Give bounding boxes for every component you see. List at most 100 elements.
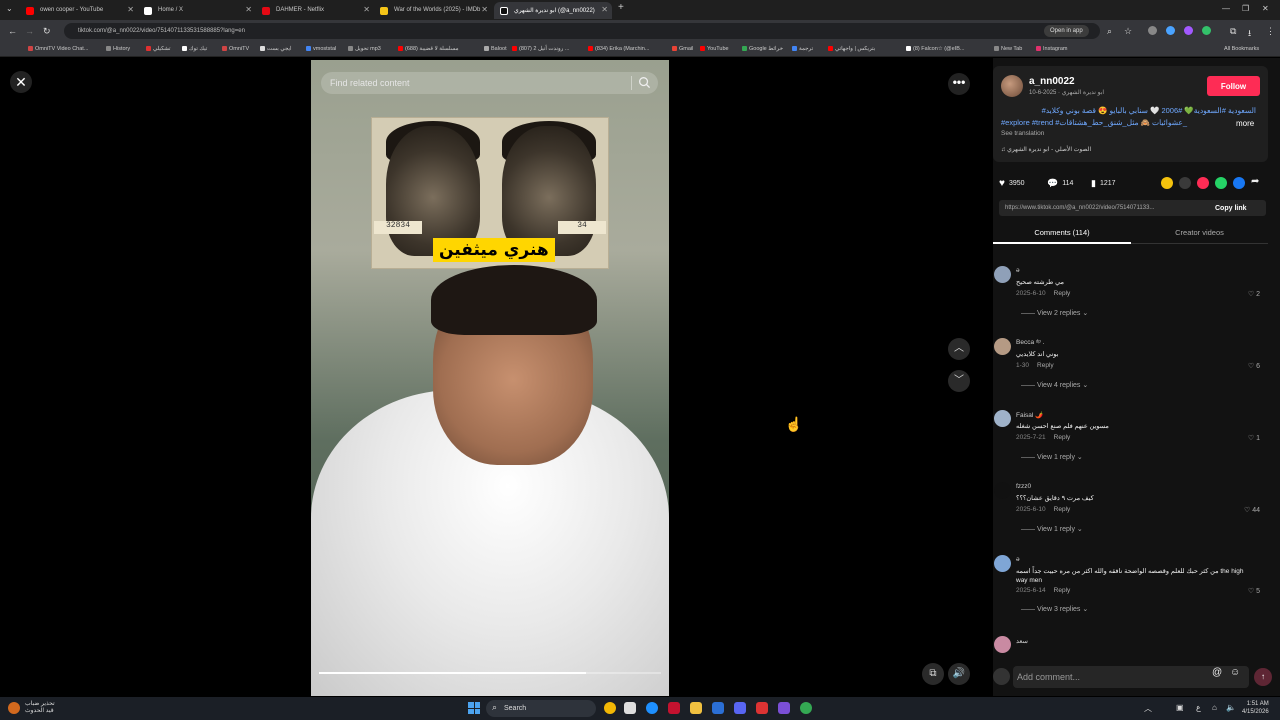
commenter-avatar[interactable] (994, 636, 1011, 653)
all-bookmarks[interactable]: All Bookmarks (1224, 46, 1259, 52)
file-explorer-icon[interactable] (690, 702, 702, 714)
maximize-icon[interactable]: ❐ (1242, 4, 1249, 13)
comment-stat[interactable]: 💬 114 (1047, 178, 1073, 188)
facebook-icon[interactable] (1233, 177, 1245, 189)
commenter-avatar[interactable] (994, 482, 1011, 499)
commenter-name[interactable]: سعد (1016, 637, 1028, 645)
language-indicator[interactable]: ع (1196, 703, 1201, 712)
reply-link[interactable]: Reply (1037, 362, 1054, 369)
commenter-avatar[interactable] (994, 266, 1011, 283)
reply-link[interactable]: Reply (1054, 506, 1071, 513)
commenter-avatar[interactable] (994, 410, 1011, 427)
volume-icon[interactable]: 🔊 (948, 663, 970, 685)
forward-icon[interactable]: → (25, 26, 34, 36)
zoom-icon[interactable]: ⌕ (1107, 26, 1112, 37)
volume-icon[interactable]: 🔈 (1226, 703, 1236, 712)
save-stat[interactable]: ▮ 1217 (1091, 178, 1116, 188)
bookmark-item[interactable]: تيك توك (182, 46, 207, 52)
more-link[interactable]: more (1236, 119, 1254, 128)
bookmark-item[interactable]: Gmail (672, 46, 693, 52)
follow-button[interactable]: Follow (1207, 76, 1260, 96)
share-friends-icon[interactable] (1197, 177, 1209, 189)
more-options-button[interactable]: ••• (948, 73, 970, 95)
extension-icon[interactable] (1202, 26, 1211, 35)
downloads-icon[interactable]: ⭳ (1248, 26, 1251, 42)
search-icon[interactable] (638, 76, 651, 89)
bookmark-item[interactable]: (8) Falcon☆ (@eIB... (906, 46, 964, 52)
extension-icon[interactable] (1166, 26, 1175, 35)
close-tab-icon[interactable]: ✕ (363, 5, 370, 14)
minimize-icon[interactable]: — (1222, 4, 1230, 13)
bookmark-item[interactable]: تحويل mp3 (348, 46, 381, 52)
view-replies-link[interactable]: —— View 1 reply ⌄ (1021, 525, 1083, 533)
tray-app-icon[interactable]: ▣ (1176, 703, 1184, 712)
bookmark-item[interactable]: ايجي بست (260, 46, 292, 52)
comment-like[interactable]: ♡ 5 (1248, 587, 1260, 595)
commenter-avatar[interactable] (994, 338, 1011, 355)
reload-icon[interactable]: ↻ (43, 26, 51, 37)
share-icon[interactable] (1161, 177, 1173, 189)
reply-link[interactable]: Reply (1054, 434, 1071, 441)
bookmark-item[interactable]: New Tab (994, 46, 1022, 52)
close-tab-icon[interactable]: ✕ (245, 5, 252, 14)
related-search-input[interactable] (321, 72, 621, 94)
mention-icon[interactable]: @ (1212, 667, 1222, 678)
extensions-icon[interactable]: ⧉ (1230, 26, 1236, 37)
app-icon[interactable] (668, 702, 680, 714)
back-icon[interactable]: ← (8, 26, 17, 36)
browser-tab-x[interactable]: Home / X ✕ (138, 2, 256, 19)
bookmark-item[interactable]: OmniTV (222, 46, 249, 52)
comment-like[interactable]: ♡ 6 (1248, 362, 1260, 370)
app-icon[interactable] (734, 702, 746, 714)
share-arrow-icon[interactable]: ➦ (1251, 176, 1259, 187)
view-replies-link[interactable]: —— View 2 replies ⌄ (1021, 309, 1088, 317)
see-translation-link[interactable]: See translation (1001, 130, 1044, 137)
browser-tab-youtube[interactable]: owen cooper - YouTube ✕ (20, 2, 138, 19)
bookmark-item[interactable]: ترجمة (792, 46, 813, 52)
previous-video-button[interactable]: ︿ (948, 338, 970, 360)
app-icon[interactable] (756, 702, 768, 714)
extension-icon[interactable] (1184, 26, 1193, 35)
store-icon[interactable] (624, 702, 636, 714)
bookmark-item[interactable]: تشكيلي (146, 46, 171, 52)
tab-comments[interactable]: Comments (114) (993, 228, 1131, 244)
embed-icon[interactable] (1179, 177, 1191, 189)
menu-kebab-icon[interactable]: ⋮ (1266, 26, 1275, 37)
tab-creator-videos[interactable]: Creator videos (1131, 228, 1268, 244)
emoji-icon[interactable]: ☺ (1230, 667, 1240, 678)
bookmark-item[interactable]: Instagram (1036, 46, 1067, 52)
next-video-button[interactable]: ﹀ (948, 370, 970, 392)
bookmark-star-icon[interactable]: ☆ (1124, 26, 1132, 37)
bookmark-item[interactable]: vmoststal (306, 46, 336, 52)
browser-tab-netflix[interactable]: DAHMER - Netflix ✕ (256, 2, 374, 19)
close-window-icon[interactable]: ✕ (1262, 4, 1269, 13)
commenter-name[interactable]: ǝ (1016, 556, 1020, 563)
close-tab-icon[interactable]: ✕ (481, 5, 488, 14)
taskbar-search[interactable]: ⌕ Search (486, 700, 596, 717)
app-icon[interactable] (604, 702, 616, 714)
avatar[interactable] (1001, 75, 1023, 97)
video-progress-bar[interactable] (319, 672, 661, 674)
bookmark-item[interactable]: (834) Erika (Marchin... (588, 46, 649, 52)
send-comment-button[interactable]: ↑ (1254, 668, 1272, 686)
bookmark-item[interactable]: Google خرائط (742, 46, 783, 52)
browser-tab-imdb[interactable]: War of the Worlds (2025) - IMDb ✕ (374, 2, 492, 19)
close-tab-icon[interactable]: ✕ (127, 5, 134, 14)
like-stat[interactable]: ♥ 3950 (999, 178, 1025, 189)
video-player[interactable]: 32834 34 هنري ميثفين (311, 60, 669, 696)
url-bar[interactable]: tiktok.com/@a_nn0022/video/7514071133531… (64, 23, 1100, 39)
open-in-app-button[interactable]: Open in app (1044, 25, 1089, 37)
bookmark-item[interactable]: بتريكس | واجهاتي (828, 46, 875, 52)
edge-icon[interactable] (646, 702, 658, 714)
bookmark-item[interactable]: OmniTV Video Chat... (28, 46, 88, 52)
tab-search-icon[interactable]: ⌄ (6, 4, 13, 13)
bookmark-item[interactable]: Baloot (484, 46, 507, 52)
commenter-avatar[interactable] (994, 555, 1011, 572)
app-icon[interactable] (712, 702, 724, 714)
copy-link-button[interactable]: Copy link (1215, 205, 1247, 212)
bookmark-item[interactable]: (688) مسلسلة لا قضيبة (398, 46, 459, 52)
bookmark-item[interactable]: (807) روندت أنيل 2 ... (512, 46, 569, 52)
author-username[interactable]: a_nn0022 (1029, 76, 1075, 87)
windows-start-icon[interactable] (468, 702, 480, 714)
network-icon[interactable]: ⌂ (1212, 703, 1217, 712)
